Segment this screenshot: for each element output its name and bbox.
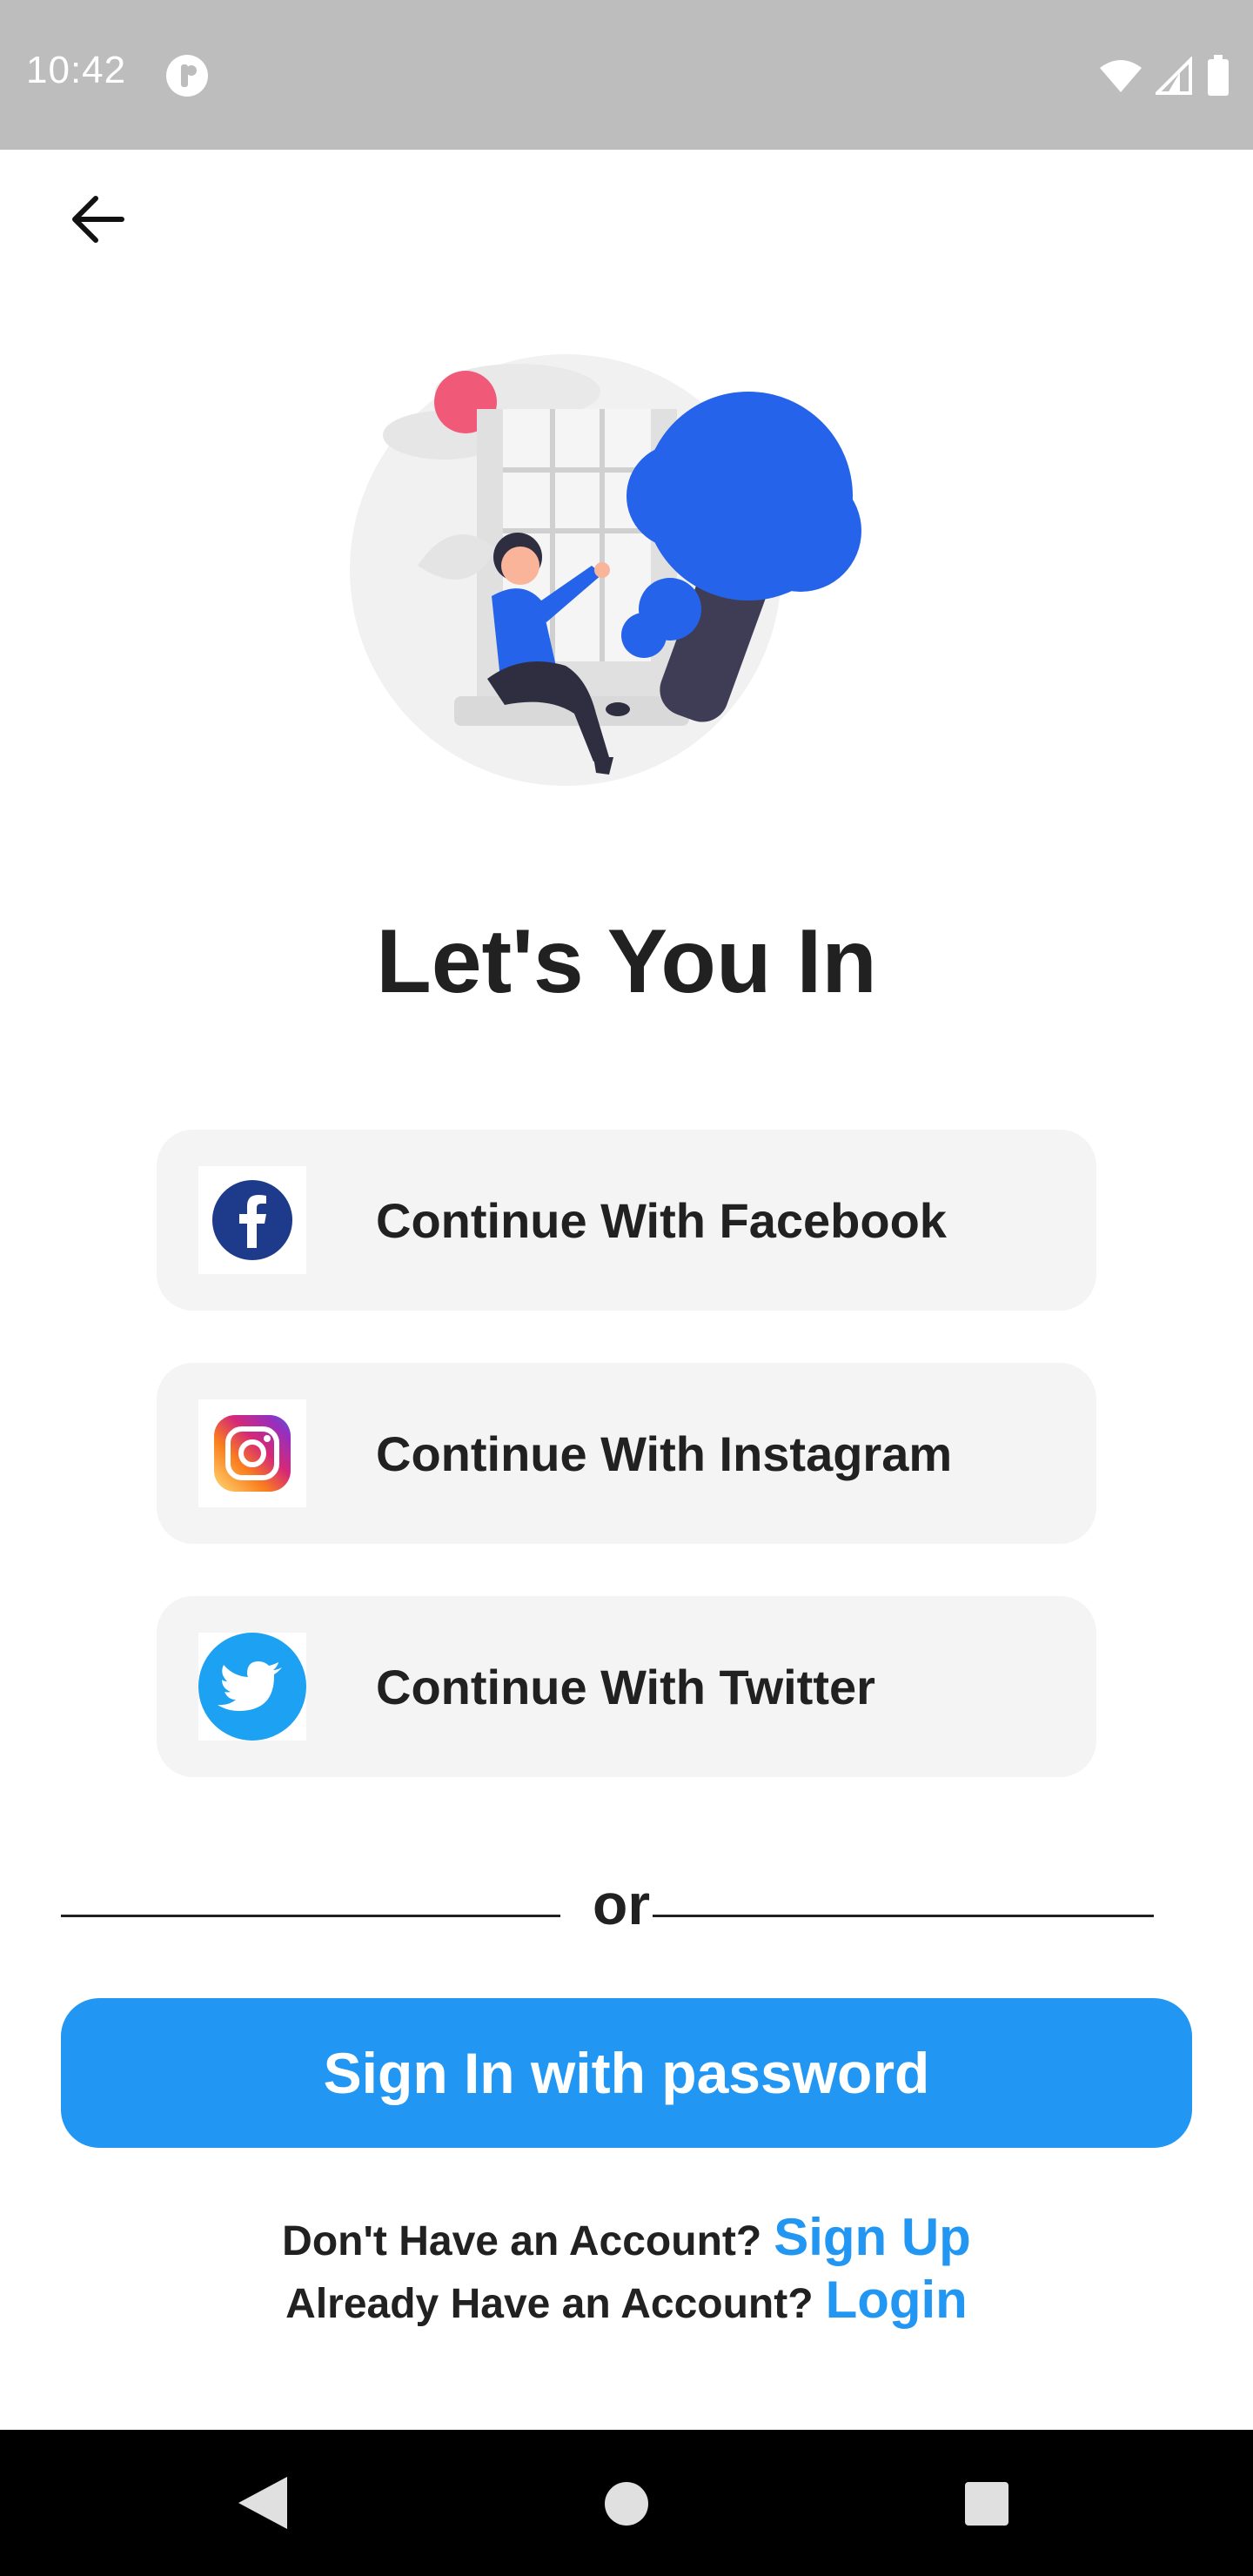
signup-prompt: Don't Have an Account? Sign Up xyxy=(0,2207,1253,2267)
notification-app-icon xyxy=(166,55,208,97)
status-icons xyxy=(1098,54,1230,97)
battery-icon xyxy=(1208,55,1229,96)
login-options-screen: 10:42 Let's You In Continue With Faceboo… xyxy=(0,0,1253,2576)
social-button-label: Continue With Twitter xyxy=(376,1659,875,1714)
login-link[interactable]: Login xyxy=(826,2271,968,2329)
instagram-icon-container xyxy=(198,1399,306,1507)
or-divider: or xyxy=(61,1869,1154,1939)
login-prompt-text: Already Have an Account? xyxy=(285,2281,814,2327)
system-navigation-bar xyxy=(0,2430,1253,2576)
continue-instagram-button[interactable]: Continue With Instagram xyxy=(157,1363,1096,1544)
page-title: Let's You In xyxy=(376,911,877,1012)
continue-twitter-button[interactable]: Continue With Twitter xyxy=(157,1596,1096,1777)
arrow-left-icon xyxy=(72,196,124,243)
hero-illustration xyxy=(350,354,861,786)
wifi-icon xyxy=(1100,60,1142,92)
status-bar: 10:42 xyxy=(0,0,1253,150)
twitter-icon xyxy=(198,1633,306,1741)
facebook-icon-container xyxy=(198,1166,306,1274)
instagram-icon xyxy=(214,1415,291,1492)
divider-text: or xyxy=(593,1872,650,1936)
status-time: 10:42 xyxy=(26,49,127,91)
signup-prompt-text: Don't Have an Account? xyxy=(282,2218,762,2264)
social-button-label: Continue With Instagram xyxy=(376,1426,953,1481)
back-button[interactable] xyxy=(63,184,132,254)
sign-up-link[interactable]: Sign Up xyxy=(774,2208,971,2266)
continue-facebook-button[interactable]: Continue With Facebook xyxy=(157,1130,1096,1311)
nav-recents-icon[interactable] xyxy=(965,2482,1008,2526)
divider-line-right xyxy=(653,1915,1154,1917)
social-button-label: Continue With Facebook xyxy=(376,1192,947,1248)
twitter-icon-container xyxy=(198,1633,306,1741)
signal-icon xyxy=(1156,57,1192,95)
nav-back-icon[interactable] xyxy=(235,2473,291,2532)
divider-line-left xyxy=(61,1915,560,1917)
nav-home-icon[interactable] xyxy=(605,2482,648,2526)
sign-in-with-password-button[interactable]: Sign In with password xyxy=(61,1998,1192,2148)
facebook-icon xyxy=(212,1180,292,1260)
login-prompt: Already Have an Account? Login xyxy=(0,2270,1253,2330)
